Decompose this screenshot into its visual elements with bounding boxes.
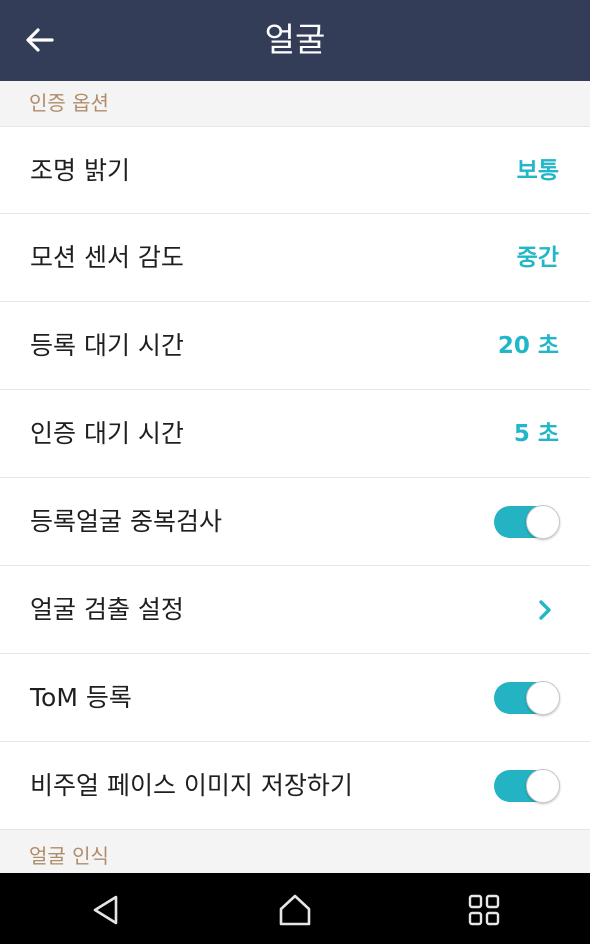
setting-label: 얼굴 검출 설정 bbox=[30, 595, 184, 624]
setting-light-brightness[interactable]: 조명 밝기 보통 bbox=[0, 126, 590, 214]
setting-label: ToM 등록 bbox=[30, 683, 132, 712]
setting-save-visual-face-image: 비주얼 페이스 이미지 저장하기 bbox=[0, 742, 590, 830]
setting-enroll-wait-time[interactable]: 등록 대기 시간 20 초 bbox=[0, 302, 590, 390]
setting-duplicate-face-check: 등록얼굴 중복검사 bbox=[0, 478, 590, 566]
settings-list: 조명 밝기 보통 모션 센서 감도 중간 등록 대기 시간 20 초 인증 대기… bbox=[0, 126, 590, 830]
setting-value: 보통 bbox=[516, 158, 559, 184]
toggle-knob bbox=[526, 769, 560, 803]
setting-value: 5 초 bbox=[513, 421, 559, 447]
setting-label: 조명 밝기 bbox=[30, 156, 130, 185]
setting-value: 중간 bbox=[516, 245, 559, 271]
setting-label: 등록 대기 시간 bbox=[30, 331, 184, 360]
nav-back-icon[interactable] bbox=[86, 890, 126, 930]
duplicate-check-toggle[interactable] bbox=[494, 505, 560, 539]
setting-value: 20 초 bbox=[497, 333, 559, 359]
save-face-image-toggle[interactable] bbox=[494, 769, 560, 803]
setting-motion-sensitivity[interactable]: 모션 센서 감도 중간 bbox=[0, 214, 590, 302]
section-header-face-recognition: 얼굴 인식 bbox=[0, 834, 590, 873]
section-header-auth-options: 인증 옵션 bbox=[0, 81, 590, 125]
toggle-knob bbox=[526, 681, 560, 715]
setting-face-detection[interactable]: 얼굴 검출 설정 bbox=[0, 566, 590, 654]
toggle-knob bbox=[526, 505, 560, 539]
setting-label: 등록얼굴 중복검사 bbox=[30, 507, 222, 536]
app-header: 얼굴 bbox=[0, 0, 590, 81]
setting-label: 모션 센서 감도 bbox=[30, 243, 184, 272]
setting-auth-wait-time[interactable]: 인증 대기 시간 5 초 bbox=[0, 390, 590, 478]
setting-tom-registration: ToM 등록 bbox=[0, 654, 590, 742]
setting-label: 인증 대기 시간 bbox=[30, 419, 184, 448]
nav-home-icon[interactable] bbox=[275, 890, 315, 930]
tom-registration-toggle[interactable] bbox=[494, 681, 560, 715]
nav-recents-icon[interactable] bbox=[464, 890, 504, 930]
page-title: 얼굴 bbox=[264, 20, 326, 59]
setting-label: 비주얼 페이스 이미지 저장하기 bbox=[30, 771, 353, 800]
chevron-right-icon bbox=[539, 600, 551, 620]
system-navigation-bar bbox=[0, 873, 590, 944]
